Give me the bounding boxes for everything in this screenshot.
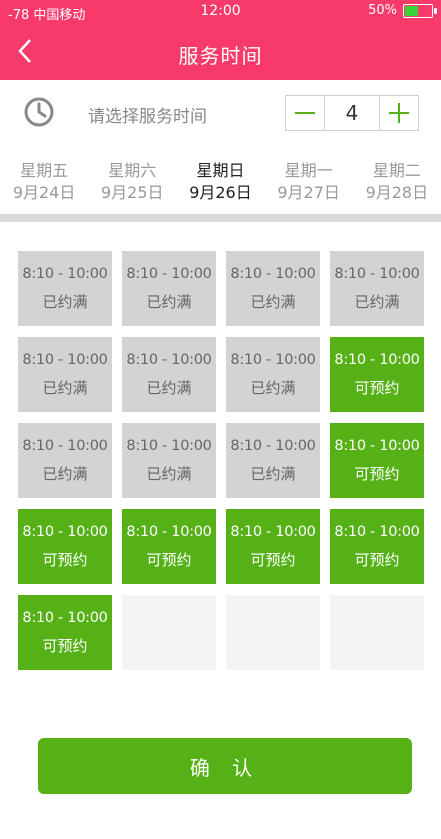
empty-slot <box>226 595 320 670</box>
slot-time: 8:10 - 10:00 <box>126 352 212 368</box>
time-slot[interactable]: 8:10 - 10:00 可预约 <box>330 337 424 412</box>
slot-time: 8:10 - 10:00 <box>334 438 420 454</box>
day-date: 9月24日 <box>12 183 76 202</box>
day-weekday: 星期日 <box>196 161 245 180</box>
time-slot[interactable]: 8:10 - 10:00 可预约 <box>18 509 112 584</box>
battery-fill <box>405 5 418 16</box>
slot-time: 8:10 - 10:00 <box>22 438 108 454</box>
slot-time: 8:10 - 10:00 <box>230 352 316 368</box>
slot-status: 已约满 <box>146 465 192 483</box>
slot-status: 已约满 <box>42 293 88 311</box>
day-date: 9月27日 <box>277 183 340 202</box>
time-slot[interactable]: 8:10 - 10:00 可预约 <box>122 509 216 584</box>
time-slot: 8:10 - 10:00 已约满 <box>122 251 216 326</box>
day-weekday: 星期二 <box>372 161 421 180</box>
slot-time: 8:10 - 10:00 <box>334 266 420 282</box>
slot-time: 8:10 - 10:00 <box>230 524 316 540</box>
slot-status: 可预约 <box>146 551 192 569</box>
day-weekday: 星期六 <box>108 161 157 180</box>
slot-time: 8:10 - 10:00 <box>126 524 212 540</box>
battery-status: 50% <box>368 3 437 18</box>
battery-icon <box>403 3 437 18</box>
slot-status: 已约满 <box>146 379 192 397</box>
time-slot: 8:10 - 10:00 已约满 <box>226 251 320 326</box>
time-slot: 8:10 - 10:00 已约满 <box>330 251 424 326</box>
day-tab[interactable]: 星期日 9月26日 <box>176 150 264 214</box>
slot-status: 可预约 <box>42 637 88 655</box>
slot-status: 可预约 <box>42 551 88 569</box>
decrement-button[interactable] <box>286 96 324 130</box>
day-date: 9月25日 <box>101 183 164 202</box>
slot-status: 已约满 <box>42 465 88 483</box>
day-tab[interactable]: 星期二 9月28日 <box>353 150 441 214</box>
time-slot[interactable]: 8:10 - 10:00 可预约 <box>226 509 320 584</box>
battery-percent: 50% <box>368 3 397 18</box>
slot-time: 8:10 - 10:00 <box>126 266 212 282</box>
time-slot: 8:10 - 10:00 已约满 <box>122 423 216 498</box>
time-slot: 8:10 - 10:00 已约满 <box>226 337 320 412</box>
slot-time: 8:10 - 10:00 <box>22 266 108 282</box>
time-select-row: 请选择服务时间 4 <box>0 80 441 148</box>
slot-time: 8:10 - 10:00 <box>230 438 316 454</box>
minus-icon <box>295 112 315 114</box>
page-title: 服务时间 <box>178 44 263 68</box>
section-divider <box>0 214 441 222</box>
day-weekday: 星期一 <box>284 161 333 180</box>
status-bar: -78 中国移动 12:00 50% <box>0 0 441 24</box>
confirm-button[interactable]: 确 认 <box>38 738 412 794</box>
slot-time: 8:10 - 10:00 <box>334 524 420 540</box>
plus-icon <box>389 103 409 123</box>
time-slot: 8:10 - 10:00 已约满 <box>122 337 216 412</box>
slot-time: 8:10 - 10:00 <box>334 352 420 368</box>
time-slot[interactable]: 8:10 - 10:00 可预约 <box>18 595 112 670</box>
day-tab[interactable]: 星期五 9月24日 <box>0 150 88 214</box>
slot-time: 8:10 - 10:00 <box>126 438 212 454</box>
increment-button[interactable] <box>380 96 418 130</box>
day-date: 9月26日 <box>189 183 252 202</box>
slot-time: 8:10 - 10:00 <box>22 610 108 626</box>
slot-time: 8:10 - 10:00 <box>22 352 108 368</box>
time-slot[interactable]: 8:10 - 10:00 可预约 <box>330 423 424 498</box>
empty-slot <box>330 595 424 670</box>
time-slot[interactable]: 8:10 - 10:00 可预约 <box>330 509 424 584</box>
slot-status: 可预约 <box>354 551 400 569</box>
slot-status: 已约满 <box>42 379 88 397</box>
time-prompt: 请选择服务时间 <box>88 107 207 127</box>
clock-icon <box>23 96 55 128</box>
quantity-stepper: 4 <box>285 95 419 131</box>
day-tab[interactable]: 星期一 9月27日 <box>265 150 353 214</box>
slot-status: 可预约 <box>354 465 400 483</box>
slot-time: 8:10 - 10:00 <box>22 524 108 540</box>
slot-time: 8:10 - 10:00 <box>230 266 316 282</box>
slot-status: 已约满 <box>250 379 296 397</box>
slot-status: 已约满 <box>146 293 192 311</box>
day-tabs: 星期五 9月24日 星期六 9月25日 星期日 9月26日 星期一 9月27日 星期二 9… <box>0 150 441 214</box>
time-slot: 8:10 - 10:00 已约满 <box>18 337 112 412</box>
slot-status: 已约满 <box>250 293 296 311</box>
slot-status: 可预约 <box>250 551 296 569</box>
time-slot: 8:10 - 10:00 已约满 <box>18 423 112 498</box>
day-date: 9月28日 <box>365 183 429 202</box>
day-weekday: 星期五 <box>20 161 69 180</box>
slot-status: 已约满 <box>250 465 296 483</box>
day-tab[interactable]: 星期六 9月25日 <box>88 150 176 214</box>
time-slot: 8:10 - 10:00 已约满 <box>226 423 320 498</box>
slot-status: 已约满 <box>354 293 400 311</box>
time-slot: 8:10 - 10:00 已约满 <box>18 251 112 326</box>
app-header: -78 中国移动 12:00 50% 服务时间 <box>0 0 441 80</box>
slot-status: 可预约 <box>354 379 400 397</box>
empty-slot <box>122 595 216 670</box>
quantity-value[interactable]: 4 <box>324 96 380 130</box>
